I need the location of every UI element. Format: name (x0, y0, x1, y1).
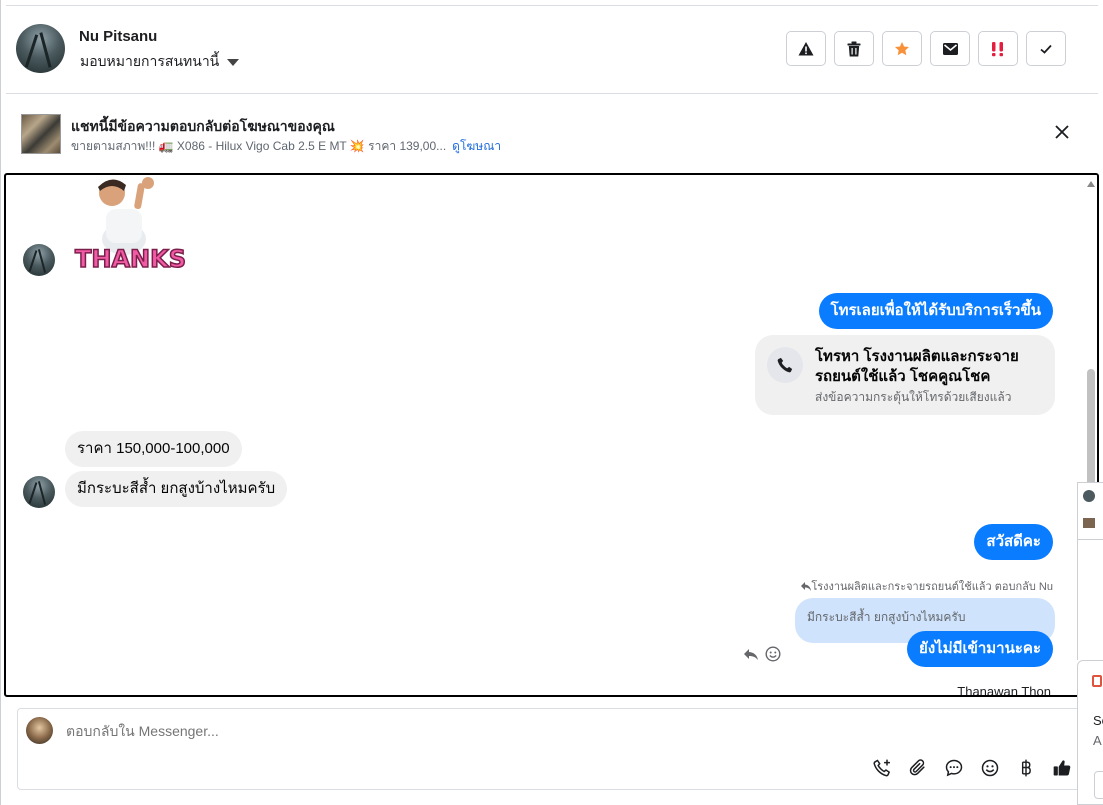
star-button[interactable] (882, 31, 922, 66)
side-panel-text-2: A (1093, 733, 1102, 748)
mark-done-button[interactable] (1026, 31, 1066, 66)
close-icon[interactable] (1054, 124, 1070, 140)
contact-avatar[interactable] (16, 24, 65, 73)
outgoing-message[interactable]: โทรเลยเพื่อให้ได้รับบริการเร็วขึ้น (818, 293, 1053, 329)
ad-context-bar: แชทนี้มีข้อความตอบกลับต่อโฆษณาของคุณ ขาย… (6, 94, 1098, 172)
phone-icon (777, 357, 793, 373)
attach-button[interactable] (907, 757, 929, 779)
emoji-button[interactable] (979, 757, 1001, 779)
page-avatar (26, 717, 53, 744)
call-add-icon (873, 759, 891, 777)
message-thread[interactable]: THANKS! โทรเลยเพื่อให้ได้รับบริการเร็วขึ… (4, 173, 1099, 697)
delete-button[interactable] (834, 31, 874, 66)
assign-label: มอบหมายการสนทนานี้ (80, 53, 220, 69)
assign-conversation-dropdown[interactable]: มอบหมายการสนทนานี้ (80, 51, 240, 73)
call-add-button[interactable] (871, 757, 893, 779)
incoming-message[interactable]: ราคา 150,000-100,000 (65, 431, 242, 467)
reply-arrow-icon (801, 582, 812, 591)
ad-context-subtitle: ขายตามสภาพ!!! 🚛 X086 - Hilux Vigo Cab 2.… (71, 137, 501, 156)
contact-name[interactable]: Nu Pitsanu (79, 28, 157, 45)
side-panel-input[interactable] (1094, 771, 1103, 799)
like-icon (1053, 760, 1071, 776)
sender-name: Thanawan Thon (957, 684, 1051, 697)
ad-context-title: แชทนี้มีข้อความตอบกลับต่อโฆษณาของคุณ (71, 118, 335, 134)
header-actions (786, 31, 1066, 66)
star-icon (895, 41, 909, 55)
call-icon-circle (767, 347, 803, 383)
report-button[interactable] (786, 31, 826, 66)
view-ad-link[interactable]: ดูโฆษณา (452, 139, 501, 153)
warning-icon (798, 41, 814, 55)
reply-metadata: โรงงานผลิตและกระจายรถยนต์ใช้แล้ว ตอบกลับ… (801, 577, 1053, 595)
urgent-icon (992, 41, 1003, 56)
document-icon (1092, 675, 1102, 687)
check-icon (1040, 44, 1052, 54)
mail-icon (942, 42, 958, 55)
reply-input[interactable] (66, 723, 866, 739)
chat-heads-panel[interactable] (1077, 482, 1103, 540)
reply-icon[interactable] (743, 646, 759, 662)
emoji-react-icon[interactable] (765, 646, 781, 662)
contact-avatar-small (23, 244, 55, 276)
call-card-subtitle: ส่งข้อความกระตุ้นให้โทรด้วยเสียงแล้ว (815, 390, 1012, 404)
side-panel-text-1: Sc (1093, 713, 1103, 728)
incoming-message[interactable]: มีกระบะสีส้ำ ยกสูงบ้างไหมครับ (65, 471, 288, 507)
like-button[interactable] (1051, 757, 1073, 779)
baht-icon (1021, 759, 1031, 777)
message-tools (743, 646, 781, 662)
chat-head-thumbnail[interactable] (1083, 518, 1095, 528)
call-card-title: โทรหา โรงงานผลิตและกระจายรถยนต์ใช้แล้ว โ… (815, 348, 1019, 385)
chat-head-avatar[interactable] (1083, 490, 1095, 502)
quick-reply-icon (945, 759, 963, 777)
inbox-page: Nu Pitsanu มอบหมายการสนทนานี้ แชทนี้มีข้… (0, 0, 1103, 805)
emoji-icon (981, 759, 999, 777)
payment-button[interactable] (1015, 757, 1037, 779)
ad-thumbnail[interactable] (21, 114, 61, 154)
side-info-panel[interactable]: Sc A (1077, 660, 1103, 805)
outgoing-message[interactable]: สวัสดีคะ (974, 524, 1053, 560)
reply-metadata-text: โรงงานผลิตและกระจายรถยนต์ใช้แล้ว ตอบกลับ… (811, 581, 1053, 593)
caret-down-icon (227, 58, 240, 66)
message-composer (17, 708, 1090, 790)
quick-reply-button[interactable] (943, 757, 965, 779)
contact-avatar-small (23, 476, 55, 508)
thanks-sticker: THANKS! (74, 177, 186, 274)
side-panel-blank (1077, 540, 1103, 660)
attachment-icon (909, 759, 925, 776)
mark-unread-button[interactable] (930, 31, 970, 66)
conversation-header: Nu Pitsanu มอบหมายการสนทนานี้ (6, 6, 1098, 94)
outgoing-message[interactable]: ยังไม่มีเข้ามานะคะ (907, 631, 1053, 667)
follow-up-button[interactable] (978, 31, 1018, 66)
scroll-up-arrow-icon[interactable] (1087, 181, 1095, 187)
trash-icon (847, 41, 861, 56)
left-border (0, 0, 1, 805)
call-prompt-card[interactable]: โทรหา โรงงานผลิตและกระจายรถยนต์ใช้แล้ว โ… (755, 335, 1055, 415)
composer-tools (871, 757, 1073, 779)
ad-subtitle-text: ขายตามสภาพ!!! 🚛 X086 - Hilux Vigo Cab 2.… (71, 139, 447, 153)
sticker-text: THANKS! (75, 245, 186, 273)
